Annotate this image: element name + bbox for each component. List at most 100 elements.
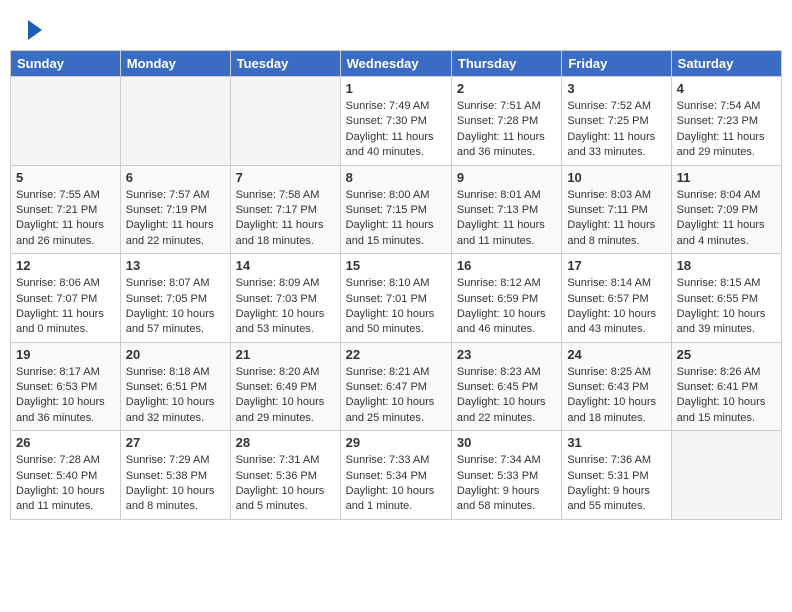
calendar-day-cell: 6 Sunrise: 7:57 AM Sunset: 7:19 PM Daylig… <box>120 165 230 254</box>
calendar-day-cell: 16 Sunrise: 8:12 AM Sunset: 6:59 PM Dayli… <box>451 254 561 343</box>
calendar-week-row: 19 Sunrise: 8:17 AM Sunset: 6:53 PM Dayli… <box>11 342 782 431</box>
day-number: 2 <box>457 81 556 96</box>
day-info: Sunrise: 7:36 AM Sunset: 5:31 PM Dayligh… <box>567 453 665 515</box>
calendar-day-cell: 31 Sunrise: 7:36 AM Sunset: 5:31 PM Dayli… <box>562 431 671 520</box>
day-info: Sunrise: 8:20 AM Sunset: 6:49 PM Dayligh… <box>236 365 335 427</box>
day-info: Sunrise: 8:04 AM Sunset: 7:09 PM Dayligh… <box>677 188 776 250</box>
calendar-day-cell: 24 Sunrise: 8:25 AM Sunset: 6:43 PM Dayli… <box>562 342 671 431</box>
day-info: Sunrise: 7:49 AM Sunset: 7:30 PM Dayligh… <box>346 99 446 161</box>
calendar-day-header: Friday <box>562 51 671 77</box>
calendar-day-cell: 15Sunrise: 8:10 AM Sunset: 7:01 PM Dayli… <box>340 254 451 343</box>
day-info: Sunrise: 7:31 AM Sunset: 5:36 PM Dayligh… <box>236 453 335 515</box>
day-info: Sunrise: 7:33 AM Sunset: 5:34 PM Dayligh… <box>346 453 446 515</box>
logo <box>25 20 42 40</box>
day-info: Sunrise: 7:51 AM Sunset: 7:28 PM Dayligh… <box>457 99 556 161</box>
calendar-week-row: 26 Sunrise: 7:28 AM Sunset: 5:40 PM Dayli… <box>11 431 782 520</box>
day-info: Sunrise: 8:00 AM Sunset: 7:15 PM Dayligh… <box>346 188 446 250</box>
calendar-day-cell: 13Sunrise: 8:07 AM Sunset: 7:05 PM Dayli… <box>120 254 230 343</box>
day-info: Sunrise: 8:15 AM Sunset: 6:55 PM Dayligh… <box>677 276 776 338</box>
calendar-day-header: Monday <box>120 51 230 77</box>
day-info: Sunrise: 7:34 AM Sunset: 5:33 PM Dayligh… <box>457 453 556 515</box>
day-number: 23 <box>457 347 556 362</box>
logo-arrow-icon <box>28 20 42 40</box>
day-number: 27 <box>126 435 225 450</box>
day-info: Sunrise: 7:57 AM Sunset: 7:19 PM Dayligh… <box>126 188 225 250</box>
calendar-day-cell <box>671 431 781 520</box>
calendar-day-cell <box>230 77 340 166</box>
day-info: Sunrise: 8:23 AM Sunset: 6:45 PM Dayligh… <box>457 365 556 427</box>
calendar-day-cell: 12Sunrise: 8:06 AM Sunset: 7:07 PM Dayli… <box>11 254 121 343</box>
day-number: 28 <box>236 435 335 450</box>
calendar-body: 1Sunrise: 7:49 AM Sunset: 7:30 PM Daylig… <box>11 77 782 520</box>
calendar-day-cell: 28 Sunrise: 7:31 AM Sunset: 5:36 PM Dayli… <box>230 431 340 520</box>
day-number: 11 <box>677 170 776 185</box>
calendar-day-cell: 27 Sunrise: 7:29 AM Sunset: 5:38 PM Dayli… <box>120 431 230 520</box>
day-number: 14 <box>236 258 335 273</box>
calendar-day-cell: 23 Sunrise: 8:23 AM Sunset: 6:45 PM Dayli… <box>451 342 561 431</box>
day-number: 31 <box>567 435 665 450</box>
day-number: 9 <box>457 170 556 185</box>
day-number: 16 <box>457 258 556 273</box>
day-info: Sunrise: 8:03 AM Sunset: 7:11 PM Dayligh… <box>567 188 665 250</box>
day-number: 20 <box>126 347 225 362</box>
day-number: 17 <box>567 258 665 273</box>
day-number: 15 <box>346 258 446 273</box>
day-number: 18 <box>677 258 776 273</box>
calendar-day-cell: 5 Sunrise: 7:55 AM Sunset: 7:21 PM Daylig… <box>11 165 121 254</box>
calendar-day-header: Thursday <box>451 51 561 77</box>
day-number: 4 <box>677 81 776 96</box>
day-info: Sunrise: 8:14 AM Sunset: 6:57 PM Dayligh… <box>567 276 665 338</box>
day-info: Sunrise: 7:29 AM Sunset: 5:38 PM Dayligh… <box>126 453 225 515</box>
day-number: 22 <box>346 347 446 362</box>
calendar-header-row: SundayMondayTuesdayWednesdayThursdayFrid… <box>11 51 782 77</box>
day-info: Sunrise: 7:54 AM Sunset: 7:23 PM Dayligh… <box>677 99 776 161</box>
calendar-day-cell: 1Sunrise: 7:49 AM Sunset: 7:30 PM Daylig… <box>340 77 451 166</box>
day-number: 6 <box>126 170 225 185</box>
calendar-day-cell: 25 Sunrise: 8:26 AM Sunset: 6:41 PM Dayli… <box>671 342 781 431</box>
calendar-day-cell <box>120 77 230 166</box>
day-number: 25 <box>677 347 776 362</box>
calendar-day-cell: 22 Sunrise: 8:21 AM Sunset: 6:47 PM Dayli… <box>340 342 451 431</box>
day-info: Sunrise: 8:12 AM Sunset: 6:59 PM Dayligh… <box>457 276 556 338</box>
calendar-week-row: 12Sunrise: 8:06 AM Sunset: 7:07 PM Dayli… <box>11 254 782 343</box>
day-info: Sunrise: 8:17 AM Sunset: 6:53 PM Dayligh… <box>16 365 115 427</box>
day-info: Sunrise: 7:58 AM Sunset: 7:17 PM Dayligh… <box>236 188 335 250</box>
calendar-day-cell: 14Sunrise: 8:09 AM Sunset: 7:03 PM Dayli… <box>230 254 340 343</box>
day-info: Sunrise: 8:18 AM Sunset: 6:51 PM Dayligh… <box>126 365 225 427</box>
calendar-day-cell: 18 Sunrise: 8:15 AM Sunset: 6:55 PM Dayli… <box>671 254 781 343</box>
calendar-day-header: Wednesday <box>340 51 451 77</box>
day-info: Sunrise: 8:25 AM Sunset: 6:43 PM Dayligh… <box>567 365 665 427</box>
calendar-day-cell: 29Sunrise: 7:33 AM Sunset: 5:34 PM Dayli… <box>340 431 451 520</box>
day-info: Sunrise: 7:52 AM Sunset: 7:25 PM Dayligh… <box>567 99 665 161</box>
calendar-day-cell: 20 Sunrise: 8:18 AM Sunset: 6:51 PM Dayli… <box>120 342 230 431</box>
calendar-day-cell: 19 Sunrise: 8:17 AM Sunset: 6:53 PM Dayli… <box>11 342 121 431</box>
calendar-day-cell: 2 Sunrise: 7:51 AM Sunset: 7:28 PM Daylig… <box>451 77 561 166</box>
calendar-day-cell: 8 Sunrise: 8:00 AM Sunset: 7:15 PM Daylig… <box>340 165 451 254</box>
day-number: 19 <box>16 347 115 362</box>
calendar-day-cell: 10Sunrise: 8:03 AM Sunset: 7:11 PM Dayli… <box>562 165 671 254</box>
calendar-day-cell: 9Sunrise: 8:01 AM Sunset: 7:13 PM Daylig… <box>451 165 561 254</box>
calendar-day-cell: 7 Sunrise: 7:58 AM Sunset: 7:17 PM Daylig… <box>230 165 340 254</box>
day-info: Sunrise: 7:28 AM Sunset: 5:40 PM Dayligh… <box>16 453 115 515</box>
calendar-day-cell: 11 Sunrise: 8:04 AM Sunset: 7:09 PM Dayli… <box>671 165 781 254</box>
calendar-table: SundayMondayTuesdayWednesdayThursdayFrid… <box>10 50 782 520</box>
calendar-week-row: 5 Sunrise: 7:55 AM Sunset: 7:21 PM Daylig… <box>11 165 782 254</box>
day-number: 7 <box>236 170 335 185</box>
day-info: Sunrise: 8:07 AM Sunset: 7:05 PM Dayligh… <box>126 276 225 338</box>
calendar-day-cell: 26 Sunrise: 7:28 AM Sunset: 5:40 PM Dayli… <box>11 431 121 520</box>
calendar-day-cell: 17 Sunrise: 8:14 AM Sunset: 6:57 PM Dayli… <box>562 254 671 343</box>
calendar-day-cell: 3 Sunrise: 7:52 AM Sunset: 7:25 PM Daylig… <box>562 77 671 166</box>
day-number: 24 <box>567 347 665 362</box>
day-number: 5 <box>16 170 115 185</box>
day-info: Sunrise: 8:21 AM Sunset: 6:47 PM Dayligh… <box>346 365 446 427</box>
day-info: Sunrise: 8:26 AM Sunset: 6:41 PM Dayligh… <box>677 365 776 427</box>
calendar-day-header: Sunday <box>11 51 121 77</box>
calendar-day-cell: 21Sunrise: 8:20 AM Sunset: 6:49 PM Dayli… <box>230 342 340 431</box>
calendar-day-header: Tuesday <box>230 51 340 77</box>
day-number: 8 <box>346 170 446 185</box>
calendar-day-header: Saturday <box>671 51 781 77</box>
day-number: 12 <box>16 258 115 273</box>
day-number: 3 <box>567 81 665 96</box>
day-number: 26 <box>16 435 115 450</box>
day-info: Sunrise: 7:55 AM Sunset: 7:21 PM Dayligh… <box>16 188 115 250</box>
